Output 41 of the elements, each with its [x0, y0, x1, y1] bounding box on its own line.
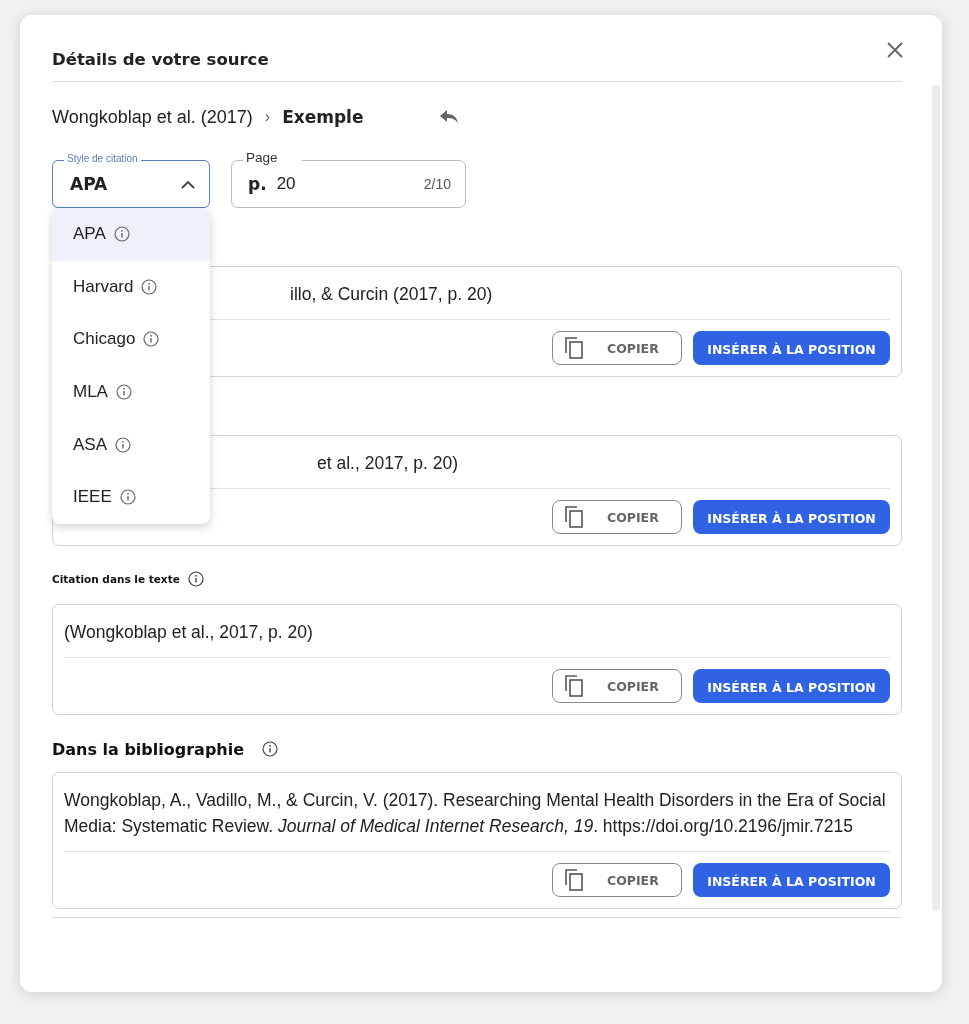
info-icon	[113, 226, 130, 243]
citation-text: Wongkoblap, A., Vadillo, M., & Curcin, V. (2017). Researching Mental Health Disorders in the Era of Social Media: Systematic Review. Journal of Medical Internet Research, 19. https://doi.org/10.2196/jmir.7215	[64, 773, 890, 852]
copy-icon	[563, 674, 585, 698]
info-icon	[143, 331, 160, 348]
section-heading: Citation dans le texte	[52, 573, 180, 585]
insert-button[interactable]: INSÉRER À LA POSITION	[693, 500, 890, 534]
info-icon[interactable]	[262, 741, 279, 757]
copy-icon	[563, 868, 585, 892]
info-icon	[141, 278, 158, 295]
undo-icon[interactable]	[439, 109, 460, 125]
copy-icon	[563, 336, 585, 360]
info-icon[interactable]	[187, 571, 204, 587]
info-icon	[119, 489, 136, 506]
breadcrumb-link[interactable]: Wongkoblap et al. (2017)	[52, 106, 253, 128]
citation-text: (Wongkoblap et al., 2017, p. 20)	[64, 605, 890, 658]
insert-button[interactable]: INSÉRER À LA POSITION	[693, 331, 890, 365]
insert-button[interactable]: INSÉRER À LA POSITION	[693, 669, 890, 703]
close-icon[interactable]	[886, 41, 904, 59]
dialog-title: Détails de votre source	[52, 49, 269, 69]
copy-button[interactable]: COPIER	[552, 331, 682, 365]
copy-button[interactable]: COPIER	[552, 500, 682, 534]
style-option[interactable]: ASA	[52, 418, 210, 471]
field-label: Style de citation	[64, 152, 141, 166]
copy-button[interactable]: COPIER	[552, 669, 682, 703]
caret-icon	[181, 179, 195, 189]
style-option[interactable]: MLA	[52, 365, 210, 419]
chevron-icon: ›	[264, 108, 271, 126]
style-option[interactable]: IEEE	[52, 470, 210, 524]
character-counter: 2/10	[423, 176, 451, 192]
style-option[interactable]: APA	[52, 208, 210, 261]
copy-button[interactable]: COPIER	[552, 863, 682, 897]
page-prefix: p.	[248, 174, 267, 194]
section-heading: Dans la bibliographie	[52, 739, 245, 759]
style-option[interactable]: Chicago	[52, 313, 210, 366]
insert-button[interactable]: INSÉRER À LA POSITION	[693, 863, 890, 897]
breadcrumb-current: Exemple	[282, 107, 364, 127]
info-icon	[115, 436, 132, 453]
field-label: Page	[243, 151, 302, 165]
style-option[interactable]: Harvard	[52, 260, 210, 314]
copy-icon	[563, 505, 585, 529]
info-icon	[115, 384, 132, 401]
